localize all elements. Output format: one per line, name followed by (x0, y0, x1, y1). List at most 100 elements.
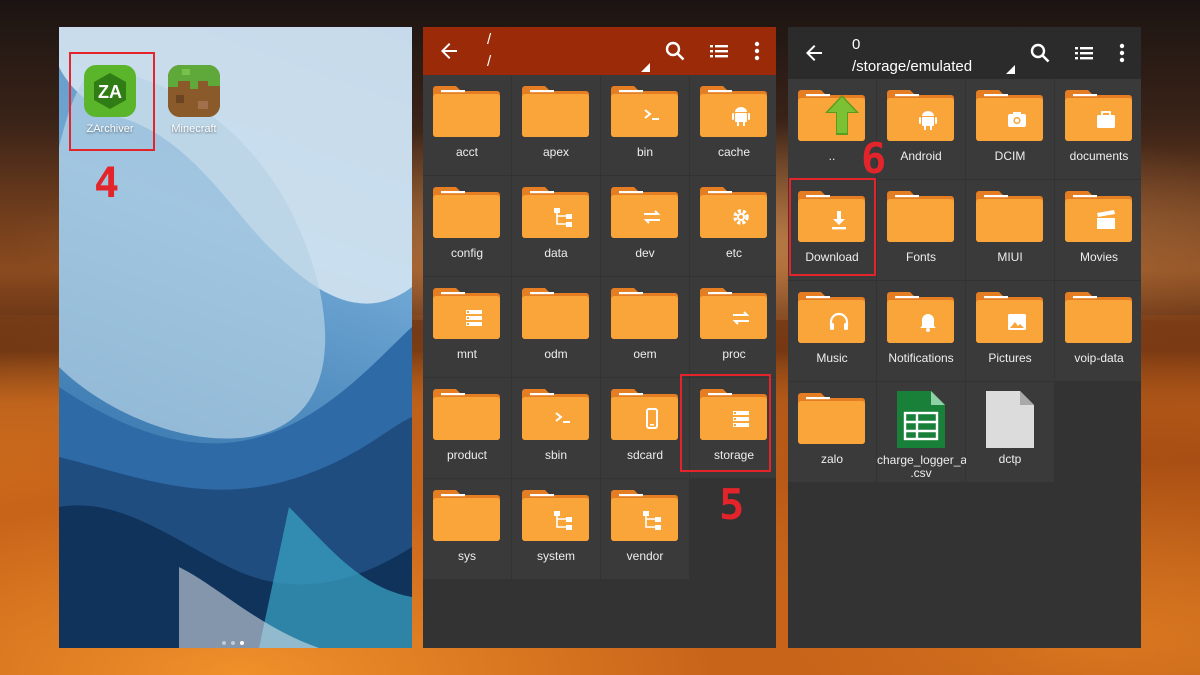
item-name: bin (636, 145, 653, 159)
step-5-label: 5 (719, 480, 745, 529)
item-name: proc (722, 347, 746, 361)
item-name: Pictures (988, 351, 1032, 365)
folder-icon (887, 191, 954, 242)
item-name: config (450, 246, 484, 260)
toolbar-storage: 0 /storage/emulated (788, 27, 1141, 79)
folder-tree-icon (611, 490, 678, 541)
storage-item-music[interactable]: Music (788, 281, 876, 381)
item-name: charge_logger_a .csv (877, 453, 968, 480)
root-item-sdcard[interactable]: sdcard (601, 378, 689, 478)
folder-icon (522, 86, 589, 137)
search-icon[interactable] (1028, 41, 1052, 65)
item-name: DCIM (994, 149, 1026, 163)
folder-tree-icon (522, 490, 589, 541)
root-item-sys[interactable]: sys (423, 479, 511, 579)
item-name: Notifications (888, 351, 954, 365)
file-manager-root-panel: / / acct apex bin cache config data dev etc mnt o… (423, 27, 776, 648)
storage-item-movies[interactable]: Movies (1055, 180, 1141, 280)
item-name: product (446, 448, 488, 462)
item-name: dev (635, 246, 655, 260)
item-name: cache (717, 145, 751, 159)
root-item-system[interactable]: system (512, 479, 600, 579)
item-name: sdcard (626, 448, 664, 462)
path-subtitle[interactable]: /storage/emulated (852, 58, 972, 75)
root-item-product[interactable]: product (423, 378, 511, 478)
root-item-dev[interactable]: dev (601, 176, 689, 276)
item-name: Fonts (905, 250, 936, 264)
back-arrow-icon[interactable] (802, 41, 826, 65)
folder-swap-icon (611, 187, 678, 238)
folder-headphones-icon (798, 292, 865, 343)
storage-item-miui[interactable]: MIUI (966, 180, 1054, 280)
root-item-acct[interactable]: acct (423, 75, 511, 175)
root-item-vendor[interactable]: vendor (601, 479, 689, 579)
highlight-storage (680, 374, 771, 472)
folder-tree-icon (522, 187, 589, 238)
root-item-proc[interactable]: proc (690, 277, 776, 377)
folder-image-icon (976, 292, 1043, 343)
storage-item-dcim[interactable]: DCIM (966, 79, 1054, 179)
folder-icon (1065, 292, 1132, 343)
item-name: system (536, 549, 575, 563)
step-4-label: 4 (94, 158, 120, 207)
folder-gear-icon (700, 187, 767, 238)
item-name: voip-data (1074, 351, 1124, 365)
item-name: apex (542, 145, 570, 159)
item-name: dctp (998, 452, 1022, 466)
folder-swap-icon (700, 288, 767, 339)
folder-storage-icon (433, 288, 500, 339)
file-manager-storage-panel: 0 /storage/emulated .. Android DCIM documen… (788, 27, 1141, 648)
list-view-icon[interactable] (707, 39, 731, 63)
more-vert-icon[interactable] (1110, 41, 1134, 65)
root-item-config[interactable]: config (423, 176, 511, 276)
item-name: sbin (544, 448, 567, 462)
toolbar-root: / / (423, 27, 776, 75)
folder-bell-icon (887, 292, 954, 343)
root-item-odm[interactable]: odm (512, 277, 600, 377)
storage-item-voip-data[interactable]: voip-data (1055, 281, 1141, 381)
folder-icon (433, 187, 500, 238)
root-item-sbin[interactable]: sbin (512, 378, 600, 478)
more-vert-icon[interactable] (745, 39, 769, 63)
item-name: vendor (626, 549, 664, 563)
storage-item-fonts[interactable]: Fonts (877, 180, 965, 280)
highlight-zarchiver (69, 52, 155, 151)
highlight-download (789, 178, 876, 276)
item-name: odm (544, 347, 568, 361)
storage-item-pictures[interactable]: Pictures (966, 281, 1054, 381)
folder-briefcase-icon (1065, 90, 1132, 141)
parent-folder-icon (798, 90, 865, 141)
path-title: 0 (852, 36, 861, 53)
root-item-mnt[interactable]: mnt (423, 277, 511, 377)
item-name: Movies (1079, 250, 1118, 264)
folder-icon (433, 86, 500, 137)
storage-item-charge-logger-a-csv[interactable]: charge_logger_a .csv (877, 382, 968, 482)
item-name: mnt (456, 347, 477, 361)
folder-terminal-icon (522, 389, 589, 440)
storage-item-android[interactable]: Android (877, 79, 965, 179)
back-arrow-icon[interactable] (437, 39, 461, 63)
item-name: acct (455, 145, 478, 159)
file-icon (986, 391, 1034, 448)
storage-item-dctp[interactable]: dctp (966, 382, 1054, 482)
storage-item-documents[interactable]: documents (1055, 79, 1141, 179)
root-item-cache[interactable]: cache (690, 75, 776, 175)
root-item-etc[interactable]: etc (690, 176, 776, 276)
storage-item-notifications[interactable]: Notifications (877, 281, 965, 381)
path-dropdown-icon[interactable] (1006, 65, 1015, 74)
folder-icon (976, 191, 1043, 242)
search-icon[interactable] (663, 39, 687, 63)
item-name: sys (458, 549, 476, 563)
path-subtitle[interactable]: / (487, 53, 491, 70)
item-name: Music (816, 351, 848, 365)
item-name: oem (633, 347, 657, 361)
root-item-bin[interactable]: bin (601, 75, 689, 175)
folder-android-icon (887, 90, 954, 141)
storage-item-zalo[interactable]: zalo (788, 382, 876, 482)
path-dropdown-icon[interactable] (641, 63, 650, 72)
root-item-oem[interactable]: oem (601, 277, 689, 377)
minecraft-app[interactable]: Minecraft (159, 65, 229, 135)
root-item-data[interactable]: data (512, 176, 600, 276)
list-view-icon[interactable] (1072, 41, 1096, 65)
root-item-apex[interactable]: apex (512, 75, 600, 175)
